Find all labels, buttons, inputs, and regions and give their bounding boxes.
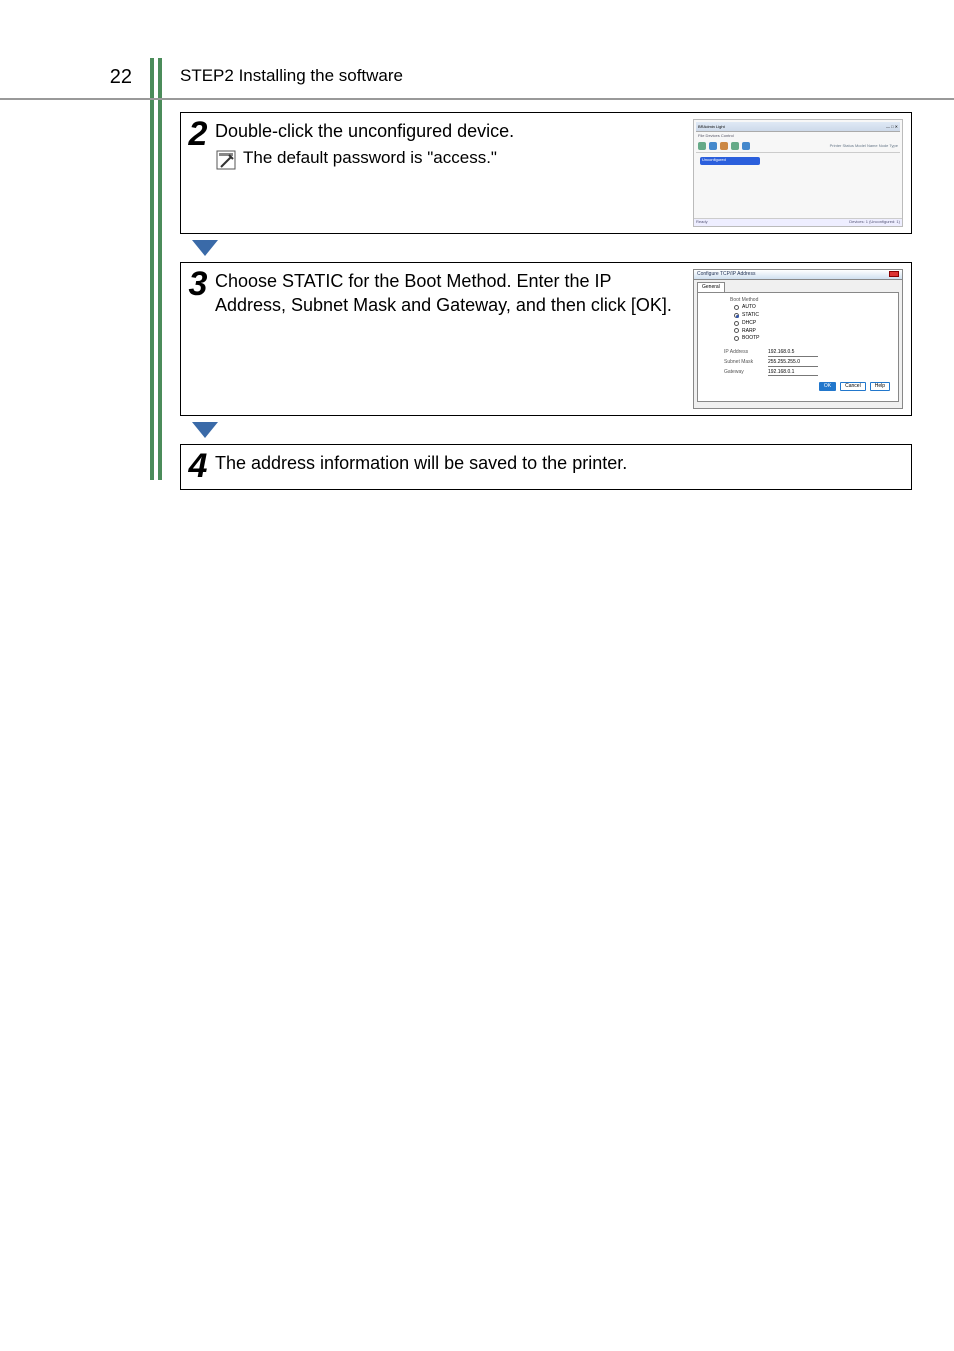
step-4-text: The address information will be saved to… xyxy=(215,445,911,481)
header-rule xyxy=(150,58,162,98)
body-rule xyxy=(150,100,162,490)
step-2-text: Double-click the unconfigured device. xyxy=(215,119,685,143)
help-button[interactable]: Help xyxy=(870,382,890,391)
step-number: 4 xyxy=(181,445,215,483)
section-title: STEP2 Installing the software xyxy=(162,58,403,98)
step-2-box: 2 Double-click the unconfigured device. xyxy=(180,112,912,234)
page-number: 22 xyxy=(0,58,150,98)
note-icon xyxy=(215,149,237,171)
step-2-note: The default password is "access." xyxy=(243,147,497,170)
bradmin-screenshot: BRAdmin Light— □ ✕ File Devices Control … xyxy=(693,119,903,227)
cancel-button[interactable]: Cancel xyxy=(840,382,866,391)
step-number: 2 xyxy=(181,113,215,151)
step-3-box: 3 Choose STATIC for the Boot Method. Ent… xyxy=(180,262,912,416)
down-arrow-icon xyxy=(180,416,912,444)
step-4-box: 4 The address information will be saved … xyxy=(180,444,912,490)
page-header: 22 STEP2 Installing the software xyxy=(0,0,954,100)
ok-button[interactable]: OK xyxy=(819,382,836,391)
down-arrow-icon xyxy=(180,234,912,262)
step-3-text: Choose STATIC for the Boot Method. Enter… xyxy=(215,269,693,409)
tcpip-dialog-screenshot: Configure TCP/IP Address General Boot Me… xyxy=(693,269,903,409)
step-number: 3 xyxy=(181,263,215,301)
page-body: 2 Double-click the unconfigured device. xyxy=(0,100,954,490)
